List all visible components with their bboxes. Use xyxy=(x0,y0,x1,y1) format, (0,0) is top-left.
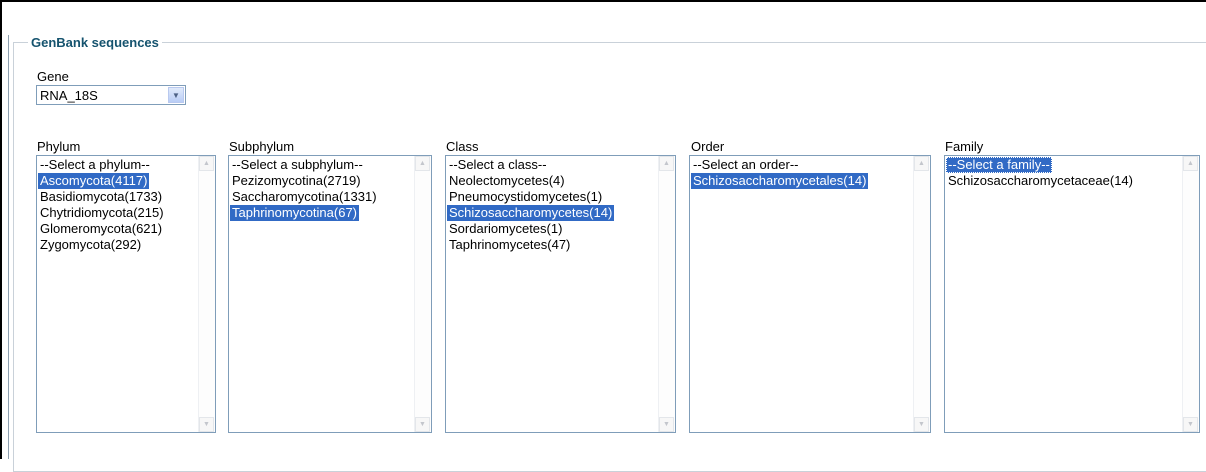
class-option[interactable]: Neolectomycetes(4) xyxy=(447,173,567,189)
family-listbox[interactable]: --Select a family-- Schizosaccharomycetac… xyxy=(944,155,1200,433)
window-left-border xyxy=(0,0,2,459)
class-option[interactable]: Schizosaccharomycetes(14) xyxy=(447,205,615,221)
gene-label: Gene xyxy=(37,69,69,84)
window-top-border xyxy=(0,0,1206,2)
phylum-option[interactable]: --Select a phylum-- xyxy=(38,157,152,173)
subphylum-option[interactable]: Pezizomycotina(2719) xyxy=(230,173,363,189)
order-option[interactable]: --Select an order-- xyxy=(691,157,800,173)
class-option[interactable]: Taphrinomycetes(47) xyxy=(447,237,572,253)
order-label: Order xyxy=(691,139,725,154)
family-option[interactable]: --Select a family-- xyxy=(946,157,1052,173)
gene-select-value: RNA_18S xyxy=(40,88,98,103)
section-title: GenBank sequences xyxy=(28,35,162,50)
class-listbox[interactable]: --Select a class-- Neolectomycetes(4) Pneu… xyxy=(445,155,676,433)
subphylum-listbox[interactable]: --Select a subphylum-- Pezizomycotina(271… xyxy=(228,155,432,433)
scroll-up-icon[interactable]: ▲ xyxy=(1183,156,1198,171)
phylum-listbox[interactable]: --Select a phylum-- Ascomycota(4117) Basid… xyxy=(36,155,216,433)
phylum-option[interactable]: Chytridiomycota(215) xyxy=(38,205,166,221)
scroll-up-icon[interactable]: ▲ xyxy=(659,156,674,171)
order-option[interactable]: Schizosaccharomycetales(14) xyxy=(691,173,869,189)
inner-left-border xyxy=(8,35,9,459)
scroll-up-icon[interactable]: ▲ xyxy=(415,156,430,171)
gene-select[interactable]: RNA_18S ▼ xyxy=(36,85,186,105)
scroll-down-icon[interactable]: ▼ xyxy=(1183,417,1198,432)
order-scrollbar[interactable]: ▲ ▼ xyxy=(913,156,930,432)
phylum-scrollbar[interactable]: ▲ ▼ xyxy=(198,156,215,432)
family-label: Family xyxy=(945,139,984,154)
phylum-option[interactable]: Ascomycota(4117) xyxy=(38,173,150,189)
class-option[interactable]: Pneumocystidomycetes(1) xyxy=(447,189,604,205)
class-option[interactable]: --Select a class-- xyxy=(447,157,549,173)
phylum-option[interactable]: Basidiomycota(1733) xyxy=(38,189,164,205)
phylum-option[interactable]: Glomeromycota(621) xyxy=(38,221,164,237)
class-scrollbar[interactable]: ▲ ▼ xyxy=(658,156,675,432)
subphylum-option[interactable]: Saccharomycotina(1331) xyxy=(230,189,379,205)
subphylum-option[interactable]: Taphrinomycotina(67) xyxy=(230,205,360,221)
family-option[interactable]: Schizosaccharomycetaceae(14) xyxy=(946,173,1135,189)
order-listbox[interactable]: --Select an order-- Schizosaccharomycetal… xyxy=(689,155,931,433)
subphylum-label: Subphylum xyxy=(229,139,295,154)
scroll-down-icon[interactable]: ▼ xyxy=(199,417,214,432)
phylum-label: Phylum xyxy=(37,139,81,154)
scroll-up-icon[interactable]: ▲ xyxy=(199,156,214,171)
scroll-down-icon[interactable]: ▼ xyxy=(415,417,430,432)
phylum-option[interactable]: Zygomycota(292) xyxy=(38,237,143,253)
chevron-down-icon[interactable]: ▼ xyxy=(168,87,184,103)
subphylum-option[interactable]: --Select a subphylum-- xyxy=(230,157,365,173)
scroll-down-icon[interactable]: ▼ xyxy=(659,417,674,432)
scroll-up-icon[interactable]: ▲ xyxy=(914,156,929,171)
family-scrollbar[interactable]: ▲ ▼ xyxy=(1182,156,1199,432)
class-label: Class xyxy=(446,139,479,154)
subphylum-scrollbar[interactable]: ▲ ▼ xyxy=(414,156,431,432)
scroll-down-icon[interactable]: ▼ xyxy=(914,417,929,432)
class-option[interactable]: Sordariomycetes(1) xyxy=(447,221,564,237)
